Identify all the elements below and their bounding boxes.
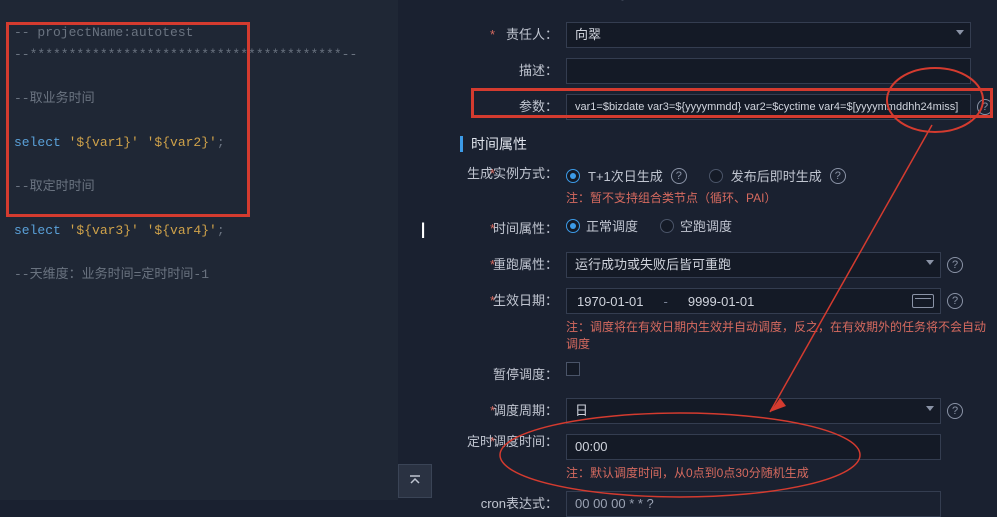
gen-opt2: 发布后即时生成 <box>731 166 822 185</box>
effdate-to: 9999-01-01 <box>678 294 765 309</box>
cron-time-note: 注：默认调度时间，从0点到0点30分随机生成 <box>566 464 809 481</box>
rerun-label: 重跑属性： <box>460 252 566 278</box>
code-select2-kw: select <box>14 223 69 238</box>
text-cursor-icon: I <box>420 218 426 244</box>
help-icon[interactable]: ? <box>947 293 963 309</box>
timeattr-radio-dryrun[interactable] <box>660 219 674 233</box>
owner-value: 向翠 <box>575 23 601 47</box>
code-select2-end: ; <box>217 223 225 238</box>
chevron-down-icon <box>956 30 964 35</box>
effdate-from: 1970-01-01 <box>567 294 654 309</box>
cutoff-value: ODPS SQL <box>566 0 632 1</box>
effdate-label: 生效日期： <box>460 288 566 314</box>
chevron-down-icon <box>926 260 934 265</box>
params-label: 参数： <box>460 94 566 120</box>
gen-radio-t1[interactable] <box>566 169 580 183</box>
owner-label: 责任人： <box>460 22 566 48</box>
gen-opt1: T+1次日生成 <box>588 166 663 185</box>
section-bar-icon <box>460 136 463 152</box>
desc-label: 描述： <box>460 58 566 84</box>
cron-expr-input[interactable]: 00 00 00 * * ? <box>566 491 941 517</box>
calendar-icon <box>912 294 934 308</box>
timeattr-label: 时间属性： <box>460 216 566 242</box>
timeattr-radio-normal[interactable] <box>566 219 580 233</box>
pause-label: 暂停调度： <box>460 362 566 388</box>
properties-panel: ODPS SQL 责任人： 向翠 描述： 参数： var1=$bizdate v… <box>460 0 997 500</box>
gen-note: 注：暂不支持组合类节点（循环、PAI） <box>566 189 776 206</box>
owner-select[interactable]: 向翠 <box>566 22 971 48</box>
timeattr-opt1: 正常调度 <box>586 216 638 235</box>
effective-date-range[interactable]: 1970-01-01 - 9999-01-01 <box>566 288 941 314</box>
help-icon[interactable]: ? <box>947 257 963 273</box>
date-dash: - <box>654 294 678 309</box>
section-title: 时间属性 <box>471 134 527 154</box>
pause-checkbox[interactable] <box>566 362 580 376</box>
code-comment-3: --天维度：业务时间=定时时间-1 <box>14 267 209 282</box>
effdate-note: 注：调度将在有效日期内生效并自动调度，反之，在有效期外的任务将不会自动调度 <box>566 318 996 352</box>
gen-label: 生成实例方式： <box>460 166 566 182</box>
arrow-up-icon <box>408 474 422 488</box>
params-input[interactable]: var1=$bizdate var3=${yyyymmdd} var2=$cyc… <box>566 94 971 120</box>
rerun-value: 运行成功或失败后皆可重跑 <box>575 253 731 277</box>
desc-input[interactable] <box>566 58 971 84</box>
timeattr-opt2: 空跑调度 <box>680 216 732 235</box>
gen-radio-immediate[interactable] <box>709 169 723 183</box>
cron-expr-label: cron表达式： <box>460 491 566 517</box>
back-to-top-button[interactable] <box>398 464 432 498</box>
chevron-down-icon <box>926 406 934 411</box>
cycle-value: 日 <box>575 399 588 423</box>
rerun-select[interactable]: 运行成功或失败后皆可重跑 <box>566 252 941 278</box>
cron-time-input[interactable]: 00:00 <box>566 434 941 460</box>
help-icon[interactable]: ? <box>977 99 993 115</box>
highlight-box-code <box>6 22 250 217</box>
help-icon[interactable]: ? <box>671 168 687 184</box>
help-icon[interactable]: ? <box>830 168 846 184</box>
help-icon[interactable]: ? <box>947 403 963 419</box>
cycle-select[interactable]: 日 <box>566 398 941 424</box>
cron-time-label: 定时调度时间： <box>460 434 566 450</box>
cycle-label: 调度周期： <box>460 398 566 424</box>
code-select2-str: '${var3}' '${var4}' <box>69 223 217 238</box>
section-time-attributes: 时间属性 <box>460 134 997 154</box>
